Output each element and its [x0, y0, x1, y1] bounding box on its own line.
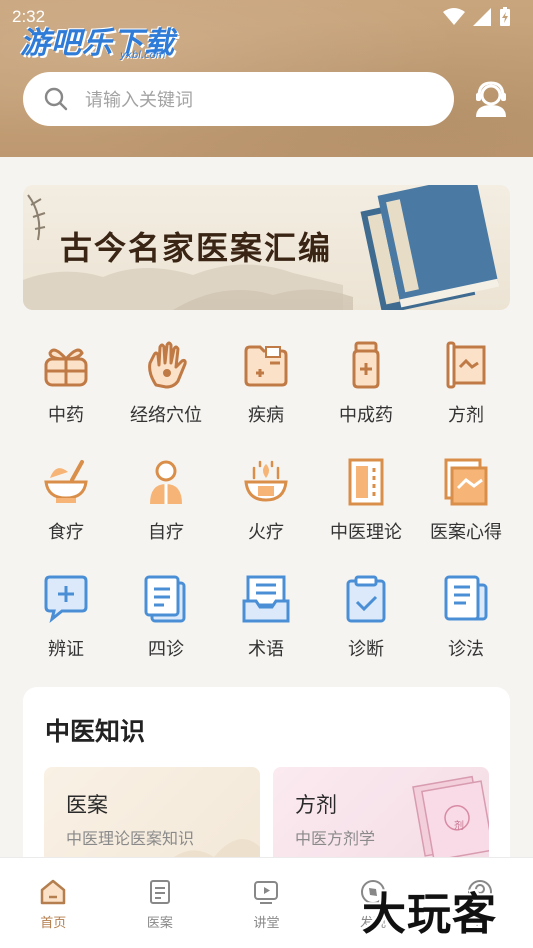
- customer-service-button[interactable]: [470, 78, 512, 120]
- category-label: 疾病: [248, 405, 284, 426]
- document-icon: [149, 880, 170, 904]
- category-zhenfa[interactable]: 诊法: [416, 566, 516, 683]
- gift-box-icon: [40, 339, 92, 391]
- clipboard-check-icon: [340, 573, 392, 625]
- knowledge-title: 中医知识: [45, 717, 146, 746]
- image-frame-icon: [440, 456, 492, 508]
- tab-label: 医案: [146, 916, 173, 931]
- category-grid: 中药 经络穴位 疾病 中成药 方剂 食疗 自疗 火疗 中医理论 医案心得 辨证 …: [16, 332, 516, 683]
- hand-icon: [140, 339, 192, 391]
- category-jibing[interactable]: 疾病: [216, 332, 316, 449]
- notes-icon: [440, 573, 492, 625]
- search-input[interactable]: 请输入关键词: [23, 72, 454, 126]
- category-zhongchengyao[interactable]: 中成药: [316, 332, 416, 449]
- tab-jiangtang[interactable]: 讲堂: [213, 858, 319, 948]
- search-icon: [44, 87, 68, 111]
- battery-icon: [500, 7, 510, 26]
- signal-icon: [473, 8, 491, 26]
- tab-yian[interactable]: 医案: [107, 858, 213, 948]
- category-label: 四诊: [148, 639, 184, 660]
- scroll-icon: [440, 339, 492, 391]
- category-label: 火疗: [248, 522, 284, 543]
- category-label: 诊法: [448, 639, 484, 660]
- category-label: 医案心得: [430, 522, 502, 543]
- home-icon: [41, 879, 66, 905]
- status-icons: [443, 7, 511, 27]
- folder-medical-icon: [240, 339, 292, 391]
- document-stack-icon: [140, 573, 192, 625]
- category-label: 自疗: [148, 522, 184, 543]
- banner[interactable]: 古今名家医案汇编: [23, 185, 510, 310]
- category-label: 食疗: [48, 522, 84, 543]
- banner-title: 古今名家医案汇编: [60, 229, 333, 267]
- search-placeholder: 请输入关键词: [85, 90, 193, 111]
- chat-plus-icon: [40, 573, 92, 625]
- category-label: 方剂: [448, 405, 484, 426]
- category-fangji[interactable]: 方剂: [416, 332, 516, 449]
- prescription-stamp: 剂: [454, 821, 464, 832]
- category-shuyu[interactable]: 术语: [216, 566, 316, 683]
- fire-bowl-icon: [240, 456, 292, 508]
- category-sizhen[interactable]: 四诊: [116, 566, 216, 683]
- category-zhenduan[interactable]: 诊断: [316, 566, 416, 683]
- category-label: 术语: [248, 639, 284, 660]
- category-label: 中成药: [339, 405, 393, 426]
- tab-home[interactable]: 首页: [0, 858, 106, 948]
- knowledge-card-title: 医案: [66, 793, 108, 817]
- category-yianxinde[interactable]: 医案心得: [416, 449, 516, 566]
- knowledge-card-desc: 中医方剂学: [295, 829, 376, 848]
- category-label: 经络穴位: [130, 405, 202, 426]
- category-bianzheng[interactable]: 辨证: [16, 566, 116, 683]
- category-huoliao[interactable]: 火疗: [216, 449, 316, 566]
- category-label: 辨证: [48, 639, 84, 660]
- category-zhongyao[interactable]: 中药: [16, 332, 116, 449]
- category-label: 中药: [48, 405, 84, 426]
- knowledge-card-desc: 中医理论医案知识: [66, 829, 195, 848]
- wifi-icon: [443, 8, 465, 25]
- category-label: 中医理论: [330, 522, 402, 543]
- category-ziliao[interactable]: 自疗: [116, 449, 216, 566]
- category-shiliao[interactable]: 食疗: [16, 449, 116, 566]
- knowledge-card-title: 方剂: [295, 793, 337, 817]
- category-jingluo[interactable]: 经络穴位: [116, 332, 216, 449]
- medicine-bottle-icon: [340, 339, 392, 391]
- inbox-tray-icon: [240, 573, 292, 625]
- mortar-bowl-icon: [40, 456, 92, 508]
- category-zhongyililun[interactable]: 中医理论: [316, 449, 416, 566]
- watermark-bottom: 大玩客: [362, 889, 497, 940]
- watermark-logo-sub: yxbl.com: [120, 50, 166, 61]
- category-label: 诊断: [348, 639, 384, 660]
- headset-user-icon: [476, 81, 506, 117]
- video-play-icon: [254, 881, 279, 904]
- person-icon: [140, 456, 192, 508]
- book-icon: [340, 456, 392, 508]
- header: 2:32 游吧乐下载 yxbl.com 请输入关键词: [0, 0, 533, 157]
- tab-label: 讲堂: [253, 916, 280, 931]
- tab-label: 首页: [40, 916, 67, 931]
